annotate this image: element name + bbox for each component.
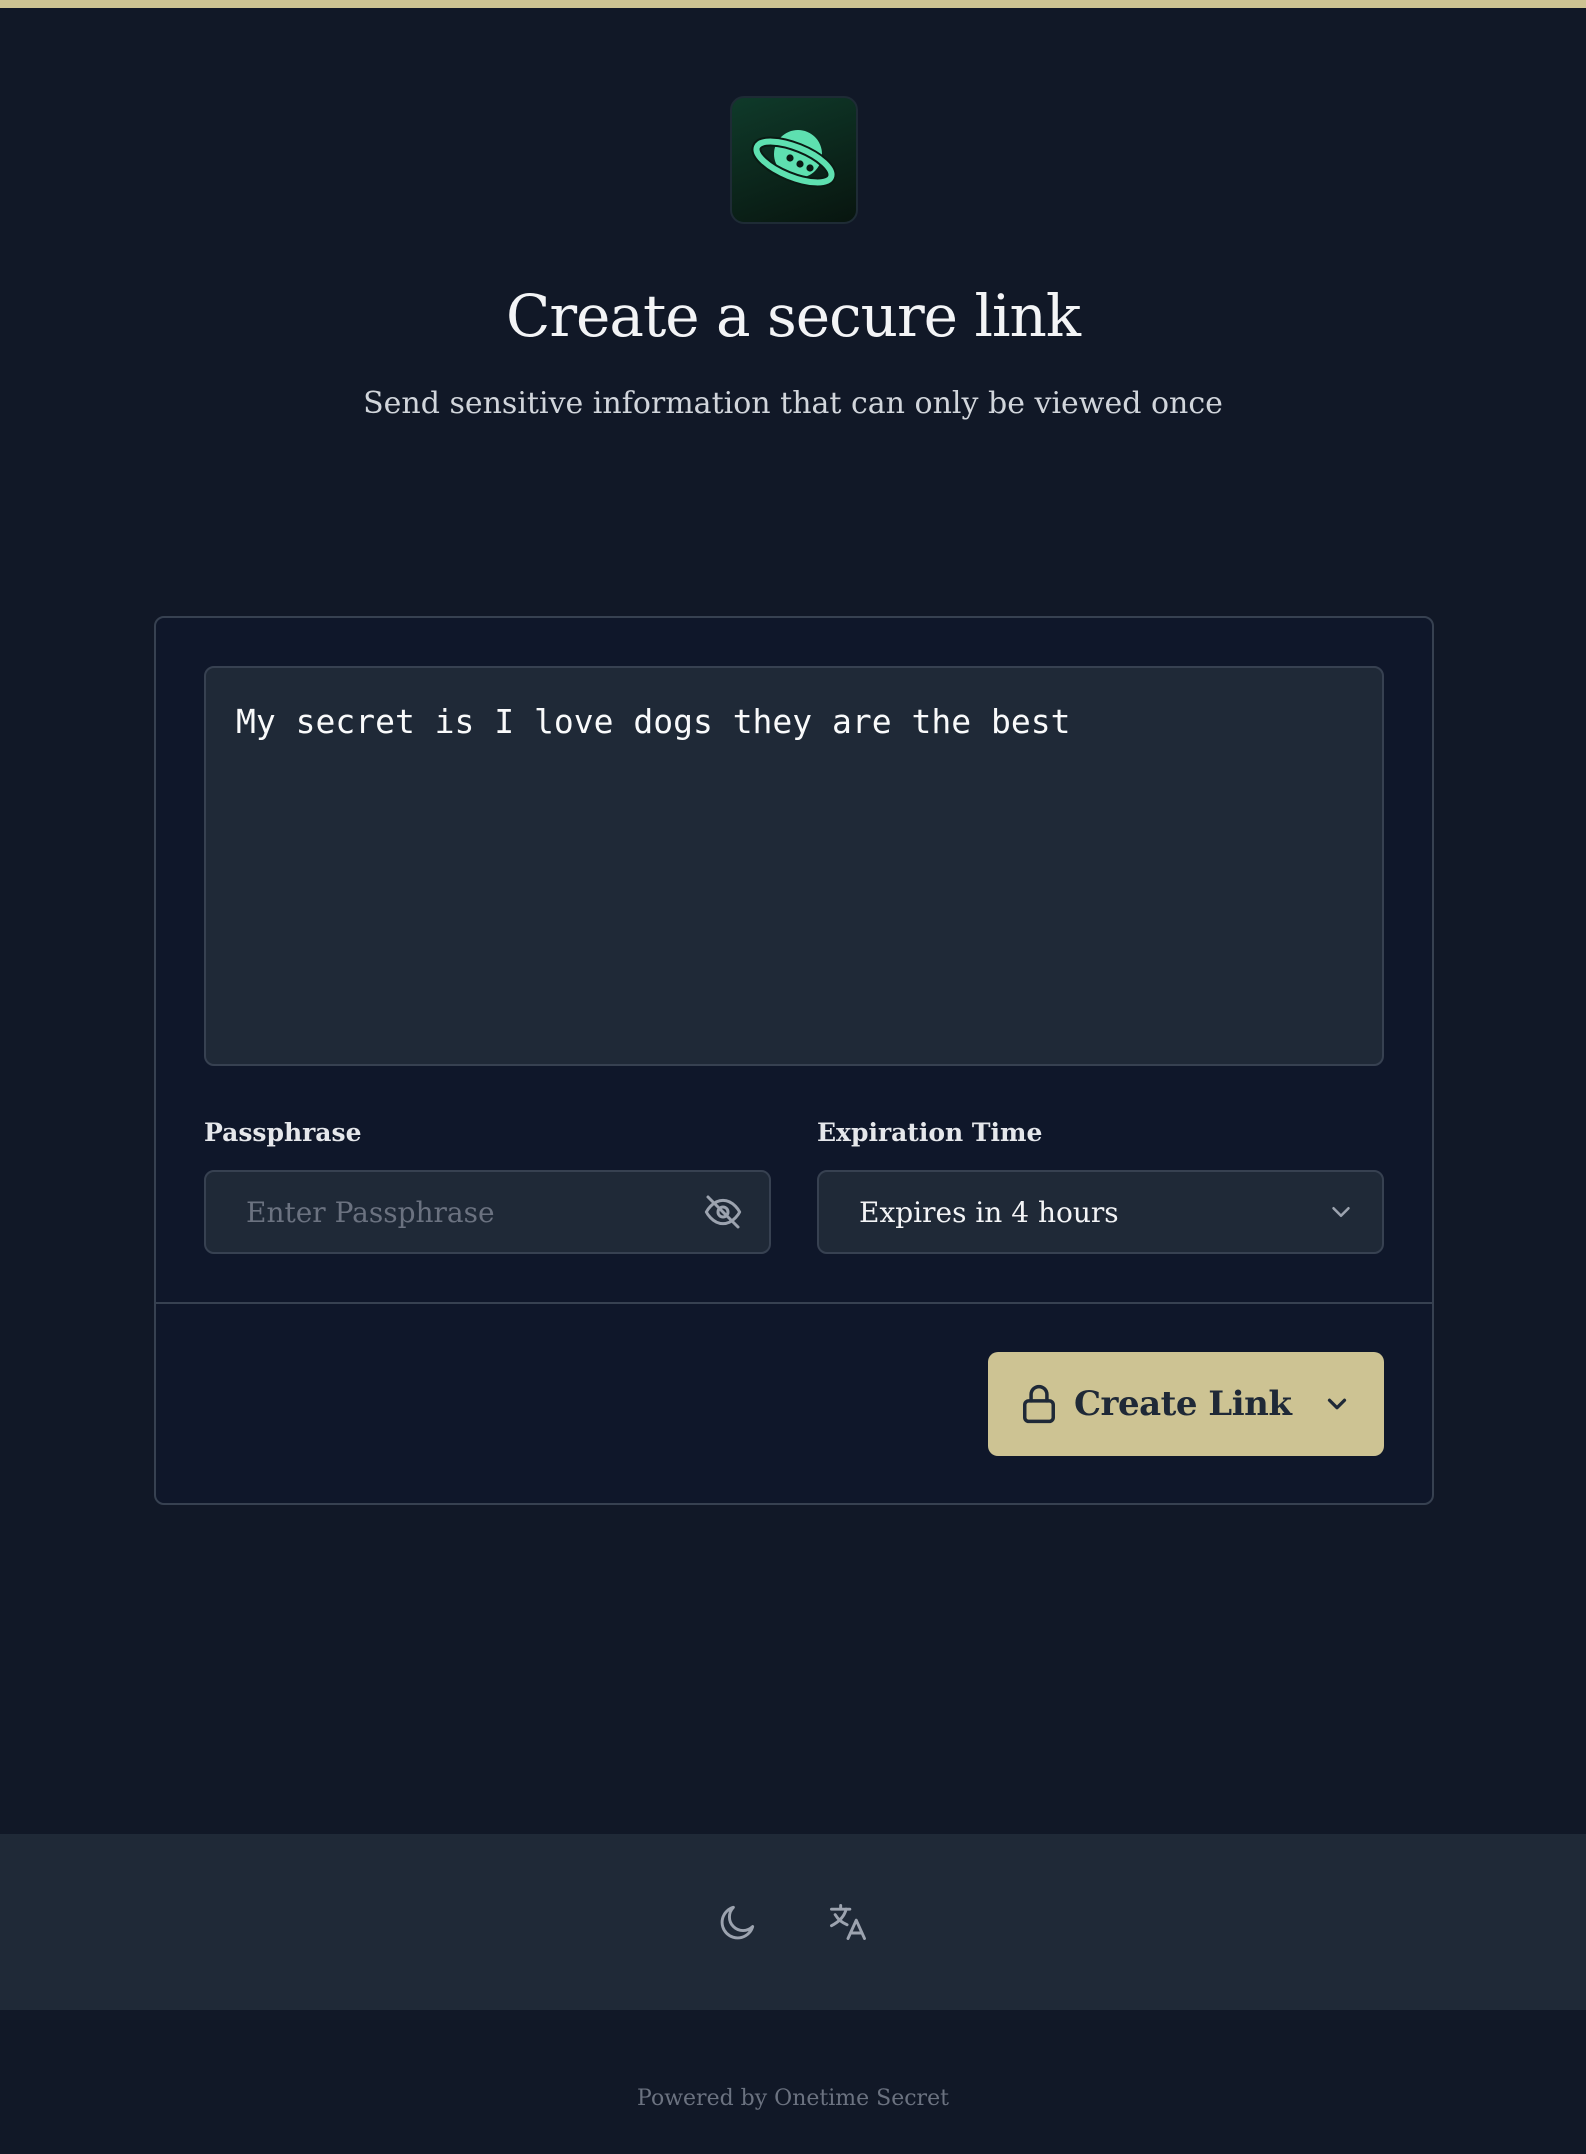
passphrase-label: Passphrase — [204, 1118, 362, 1147]
expiration-label: Expiration Time — [817, 1118, 1043, 1147]
chevron-down-icon — [1332, 1207, 1350, 1217]
eye-off-icon[interactable] — [703, 1192, 743, 1232]
passphrase-input[interactable]: Enter Passphrase — [204, 1170, 771, 1254]
page-subtitle: Send sensitive information that can only… — [363, 386, 1223, 421]
logo[interactable] — [730, 96, 858, 224]
create-link-label: Create Link — [1074, 1384, 1292, 1424]
secret-form-card: My secret is I love dogs they are the be… — [154, 616, 1434, 1505]
top-accent-bar — [0, 0, 1586, 8]
lock-icon — [1023, 1384, 1055, 1424]
expiration-select[interactable]: Expires in 4 hours — [817, 1170, 1384, 1254]
moon-icon[interactable] — [716, 1900, 760, 1944]
create-link-button[interactable]: Create Link — [988, 1352, 1384, 1456]
translate-icon[interactable] — [826, 1900, 870, 1944]
powered-by-text: Powered by Onetime Secret — [637, 2086, 949, 2111]
expiration-selected-value: Expires in 4 hours — [859, 1195, 1119, 1229]
card-divider — [156, 1302, 1432, 1304]
passphrase-placeholder: Enter Passphrase — [246, 1195, 495, 1229]
page-title: Create a secure link — [505, 282, 1081, 350]
chevron-down-icon[interactable] — [1322, 1389, 1352, 1419]
secret-textarea[interactable]: My secret is I love dogs they are the be… — [204, 666, 1384, 1066]
planet-icon — [751, 130, 837, 188]
footer-toolbar — [0, 1834, 1586, 2010]
